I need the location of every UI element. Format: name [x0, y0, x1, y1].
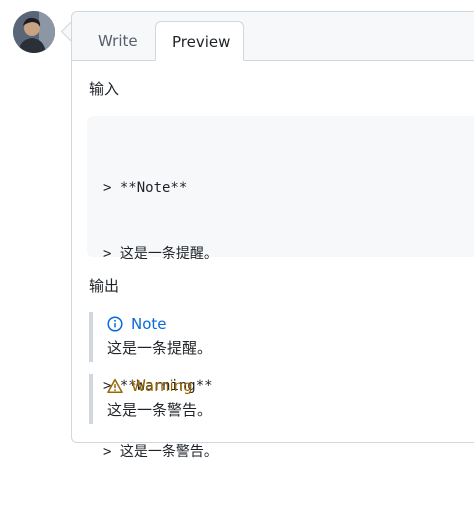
- info-icon: [107, 316, 123, 332]
- code-line: > **Note**: [103, 180, 188, 196]
- note-alert-title: Note: [107, 312, 469, 336]
- warning-alert-title-text: Warning: [131, 377, 193, 395]
- output-heading: 输出: [89, 277, 120, 295]
- warning-alert-body: 这是一条警告。: [107, 401, 213, 419]
- note-alert-title-text: Note: [131, 315, 167, 333]
- code-line: > 这是一条提醒。: [103, 246, 218, 262]
- warning-alert-title: Warning: [107, 374, 469, 398]
- tab-write[interactable]: Write: [82, 21, 154, 61]
- code-line: > 这是一条警告。: [103, 444, 218, 460]
- warning-alert: Warning 这是一条警告。: [89, 374, 469, 424]
- note-alert-body: 这是一条提醒。: [107, 339, 213, 357]
- tab-preview[interactable]: Preview: [155, 21, 244, 61]
- comment-box: Write Preview 输入 > **Note** > 这是一条提醒。 > …: [71, 11, 474, 460]
- tab-header: Write Preview: [72, 12, 474, 61]
- note-alert: Note 这是一条提醒。: [89, 312, 469, 362]
- input-heading: 输入: [89, 80, 120, 98]
- avatar[interactable]: [13, 11, 55, 53]
- code-block: > **Note** > 这是一条提醒。 > **Warning** > 这是一…: [87, 116, 474, 460]
- warning-icon: [107, 378, 123, 393]
